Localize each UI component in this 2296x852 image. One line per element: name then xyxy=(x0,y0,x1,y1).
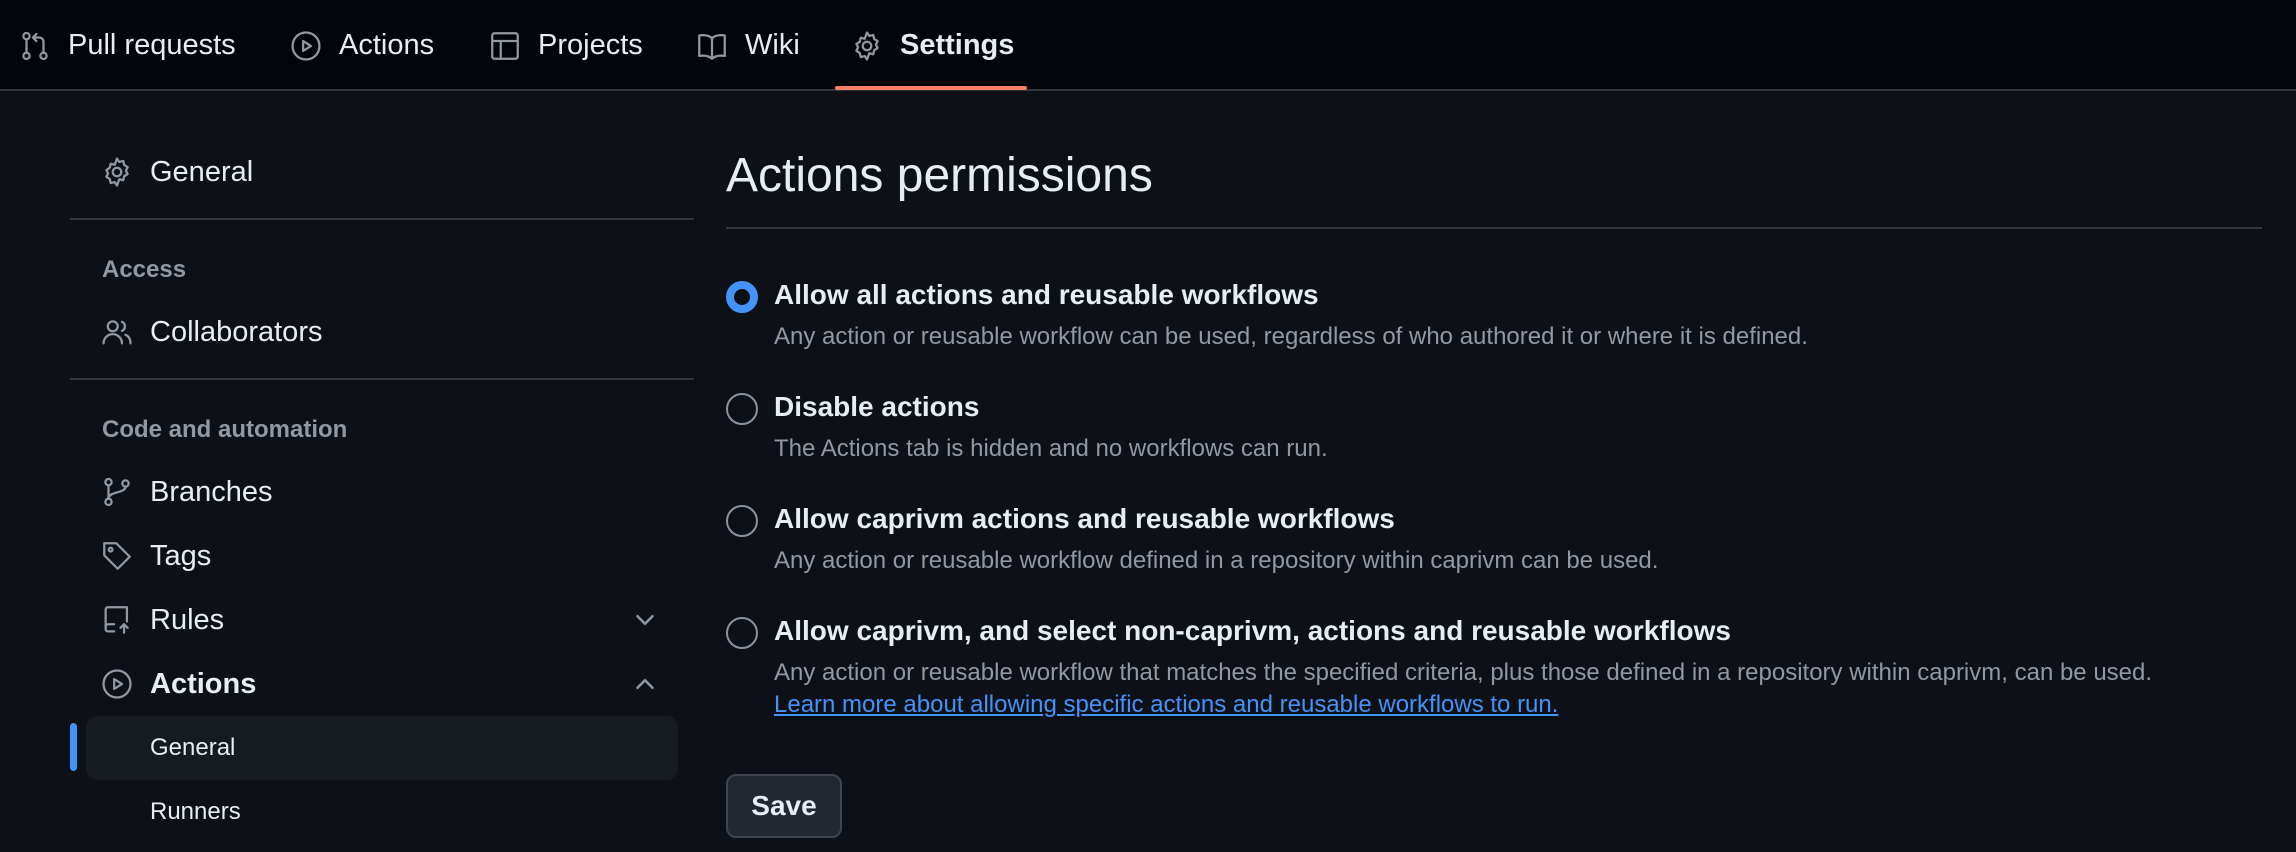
chevron-up-icon[interactable] xyxy=(630,669,660,699)
book-icon xyxy=(698,33,726,60)
save-button[interactable]: Save xyxy=(726,774,842,838)
option-label[interactable]: Allow caprivm actions and reusable workf… xyxy=(774,503,1395,535)
option-label[interactable]: Allow caprivm, and select non-caprivm, a… xyxy=(774,615,1731,647)
sidebar-subitem-label: Runners xyxy=(150,798,241,825)
tab-label: Wiki xyxy=(745,29,800,61)
sidebar-item-label: Rules xyxy=(150,603,225,636)
sidebar-subitem-runners[interactable]: Runners xyxy=(86,780,678,844)
repo-nav: Pull requests Actions Projects Wiki Sett… xyxy=(0,0,2296,91)
people-icon xyxy=(102,320,132,345)
tab-label: Actions xyxy=(339,29,435,61)
tab-label: Settings xyxy=(900,29,1015,61)
sidebar-item-branches[interactable]: Branches xyxy=(100,467,273,517)
sidebar-heading-code-automation: Code and automation xyxy=(102,416,348,443)
tab-settings[interactable]: Settings xyxy=(850,0,1014,91)
sidebar-item-collaborators[interactable]: Collaborators xyxy=(100,307,322,357)
page-title: Actions permissions xyxy=(726,149,1153,202)
sidebar-item-label: Actions xyxy=(150,667,257,700)
option-description: Any action or reusable workflow can be u… xyxy=(774,323,1808,350)
option-description: The Actions tab is hidden and no workflo… xyxy=(774,435,1328,462)
play-icon xyxy=(102,669,132,699)
tab-label: Projects xyxy=(538,29,643,61)
git-pull-request-icon xyxy=(22,31,48,60)
tab-pull-requests[interactable]: Pull requests xyxy=(18,0,236,91)
tag-icon xyxy=(103,542,131,570)
active-indicator xyxy=(70,723,77,771)
tab-label: Pull requests xyxy=(68,29,236,61)
sidebar-item-rules[interactable]: Rules xyxy=(100,595,224,645)
settings-sidebar: General Access Collaborators Code and au… xyxy=(0,91,700,852)
gear-icon xyxy=(855,30,879,61)
sidebar-item-tags[interactable]: Tags xyxy=(100,531,211,581)
sidebar-item-label: Tags xyxy=(150,539,212,572)
learn-more-link[interactable]: Learn more about allowing specific actio… xyxy=(774,691,1558,719)
tab-wiki[interactable]: Wiki xyxy=(695,0,800,91)
option-description: Any action or reusable workflow defined … xyxy=(774,547,1659,574)
selected-tab-underline xyxy=(835,86,1027,90)
sidebar-subitem-label: General xyxy=(150,734,236,761)
table-icon xyxy=(491,31,519,60)
repo-push-icon xyxy=(104,606,129,634)
sidebar-heading-access: Access xyxy=(102,256,187,283)
sidebar-divider xyxy=(70,378,694,380)
gear-icon xyxy=(105,157,129,187)
option-label[interactable]: Allow all actions and reusable workflows xyxy=(774,279,1319,311)
sidebar-divider xyxy=(70,218,694,220)
radio-disable-actions[interactable] xyxy=(726,393,758,425)
sidebar-item-label: Collaborators xyxy=(150,315,323,348)
sidebar-item-label: General xyxy=(150,155,254,188)
option-description: Any action or reusable workflow that mat… xyxy=(774,659,2153,686)
option-label[interactable]: Disable actions xyxy=(774,391,979,423)
sidebar-subitem-general[interactable]: General xyxy=(86,716,678,780)
radio-allow-local[interactable] xyxy=(726,505,758,537)
chevron-down-icon[interactable] xyxy=(630,605,660,635)
sidebar-item-label: Branches xyxy=(150,475,273,508)
sidebar-item-actions[interactable]: Actions xyxy=(100,659,256,709)
radio-allow-all[interactable] xyxy=(726,281,758,313)
title-divider xyxy=(726,227,2262,229)
git-branch-icon xyxy=(104,477,130,507)
play-icon xyxy=(291,30,321,61)
tab-actions[interactable]: Actions xyxy=(289,0,434,91)
sidebar-item-general[interactable]: General xyxy=(100,147,253,197)
tab-projects[interactable]: Projects xyxy=(488,0,643,91)
radio-allow-select[interactable] xyxy=(726,617,758,649)
